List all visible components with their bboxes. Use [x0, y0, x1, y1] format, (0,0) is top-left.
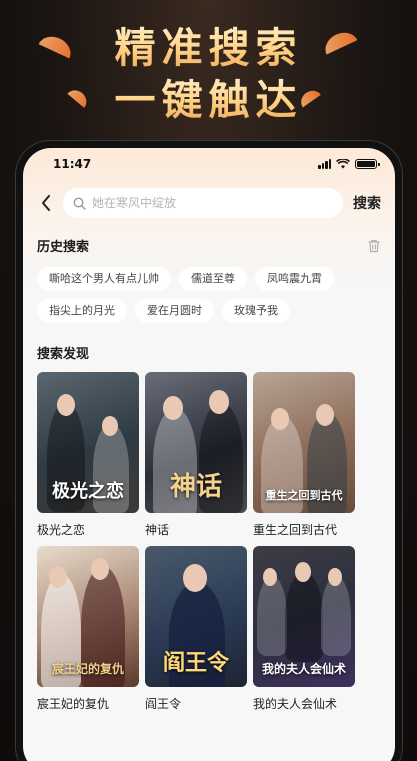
drama-poster[interactable]: 宸王妃的复仇	[37, 546, 139, 687]
history-tags: 嘶哈这个男人有点儿帅 儒道至尊 凤鸣震九霄 指尖上的月光 爱在月圆时 玫瑰予我	[23, 255, 395, 323]
status-time: 11:47	[53, 157, 92, 171]
history-title: 历史搜索	[37, 240, 90, 255]
wifi-icon	[336, 159, 350, 169]
chevron-left-icon[interactable]	[37, 192, 55, 214]
status-icons	[318, 159, 380, 169]
phone-frame: 11:47 她在寒风中绽放 搜索 历史搜索 嘶哈这个男人有点儿帅 儒道至尊 凤鸣…	[16, 141, 402, 761]
history-tag[interactable]: 爱在月圆时	[135, 299, 214, 323]
search-box[interactable]	[63, 188, 343, 218]
poster-title: 宸王妃的复仇	[51, 662, 124, 676]
drama-card[interactable]: 我的夫人会仙术 我的夫人会仙术	[253, 546, 355, 712]
drama-title: 极光之恋	[37, 523, 86, 537]
search-input[interactable]	[92, 196, 333, 210]
app-screen: 11:47 她在寒风中绽放 搜索 历史搜索 嘶哈这个男人有点儿帅 儒道至尊 凤鸣…	[23, 148, 395, 761]
poster-title: 重生之回到古代	[265, 489, 343, 502]
history-tag[interactable]: 儒道至尊	[179, 267, 247, 291]
drama-poster[interactable]: 极光之恋	[37, 372, 139, 513]
drama-poster[interactable]: 神话	[145, 372, 247, 513]
poster-title: 极光之恋	[52, 481, 124, 502]
poster-title: 神话	[169, 472, 222, 502]
drama-card[interactable]: 神话 神话	[145, 372, 247, 538]
promo-subheadline: 一键触达	[0, 66, 417, 126]
history-tag[interactable]: 嘶哈这个男人有点儿帅	[37, 267, 171, 291]
drama-title: 宸王妃的复仇	[37, 697, 110, 711]
drama-title: 阎王令	[145, 697, 182, 711]
battery-icon	[355, 159, 380, 169]
promo-headline: 精准搜索	[0, 14, 417, 74]
poster-title: 阎王令	[162, 650, 229, 676]
drama-title: 重生之回到古代	[253, 523, 338, 537]
discover-header: 搜索发现	[23, 343, 395, 362]
drama-title: 神话	[145, 523, 170, 537]
search-row: 搜索	[23, 180, 395, 218]
search-button[interactable]: 搜索	[351, 193, 383, 213]
drama-card[interactable]: 重生之回到古代 重生之回到古代	[253, 372, 355, 538]
discover-title: 搜索发现	[37, 347, 90, 362]
promo-banner: 精准搜索 一键触达	[0, 0, 417, 140]
signal-icon	[318, 159, 331, 169]
search-icon	[73, 196, 86, 210]
history-tag[interactable]: 指尖上的月光	[37, 299, 127, 323]
history-tag[interactable]: 玫瑰予我	[222, 299, 290, 323]
discover-grid: 极光之恋 极光之恋 神话 神话 重生之回到古代 重生之回到古代 宸王妃的复仇 宸…	[23, 362, 395, 712]
drama-title: 我的夫人会仙术	[253, 697, 338, 711]
status-bar: 11:47	[23, 148, 395, 180]
drama-card[interactable]: 阎王令 阎王令	[145, 546, 247, 712]
poster-title: 我的夫人会仙术	[261, 662, 346, 676]
history-header: 历史搜索	[23, 236, 395, 255]
drama-poster[interactable]: 重生之回到古代	[253, 372, 355, 513]
history-tag[interactable]: 凤鸣震九霄	[255, 267, 334, 291]
drama-poster[interactable]: 阎王令	[145, 546, 247, 687]
drama-card[interactable]: 极光之恋 极光之恋	[37, 372, 139, 538]
trash-icon[interactable]	[367, 239, 381, 253]
drama-poster[interactable]: 我的夫人会仙术	[253, 546, 355, 687]
drama-card[interactable]: 宸王妃的复仇 宸王妃的复仇	[37, 546, 139, 712]
